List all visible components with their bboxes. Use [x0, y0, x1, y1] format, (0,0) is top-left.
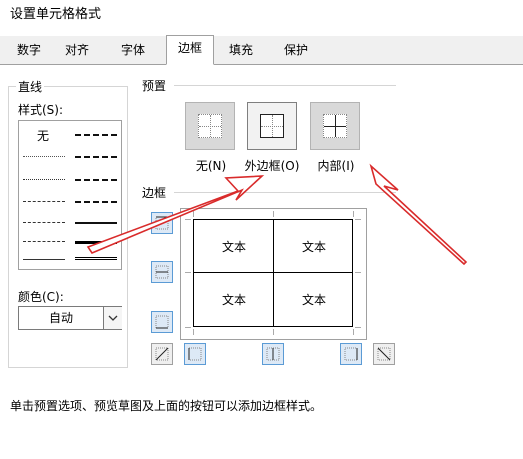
annotation-arrows: [86, 163, 468, 266]
tab-border[interactable]: 边框: [166, 35, 214, 65]
